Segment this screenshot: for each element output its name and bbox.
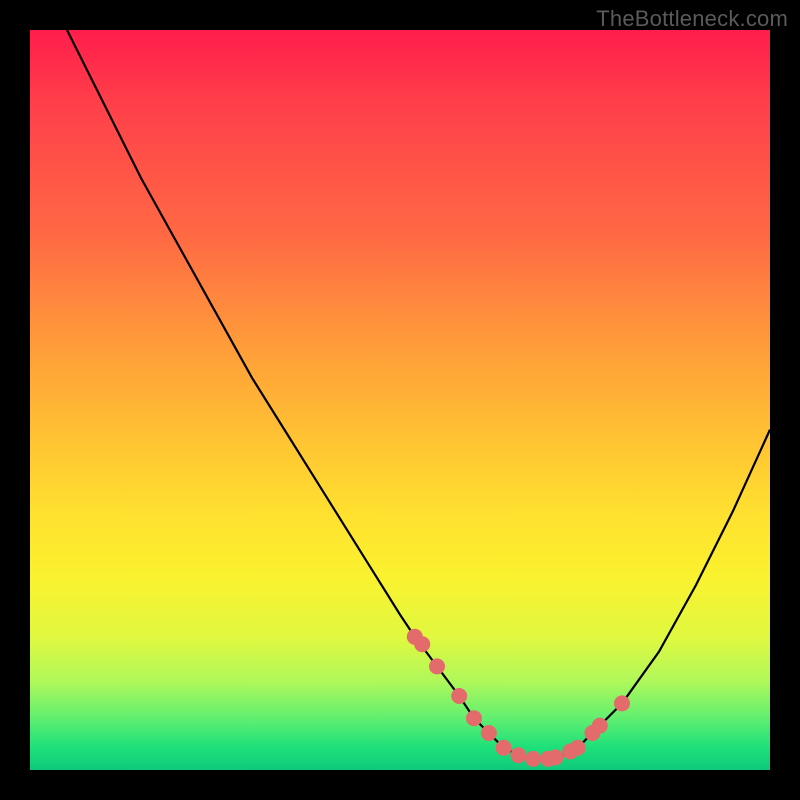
- marker-dot: [592, 718, 608, 734]
- marker-dots: [407, 629, 630, 767]
- curve-svg: [30, 30, 770, 770]
- marker-dot: [525, 751, 541, 767]
- marker-dot: [547, 749, 563, 765]
- plot-area: [30, 30, 770, 770]
- marker-dot: [481, 725, 497, 741]
- marker-dot: [429, 658, 445, 674]
- marker-dot: [451, 688, 467, 704]
- marker-dot: [466, 710, 482, 726]
- marker-dot: [414, 636, 430, 652]
- chart-stage: TheBottleneck.com: [0, 0, 800, 800]
- marker-dot: [496, 740, 512, 756]
- marker-dot: [510, 747, 526, 763]
- marker-dot: [614, 695, 630, 711]
- watermark-text: TheBottleneck.com: [596, 6, 788, 32]
- marker-dot: [570, 740, 586, 756]
